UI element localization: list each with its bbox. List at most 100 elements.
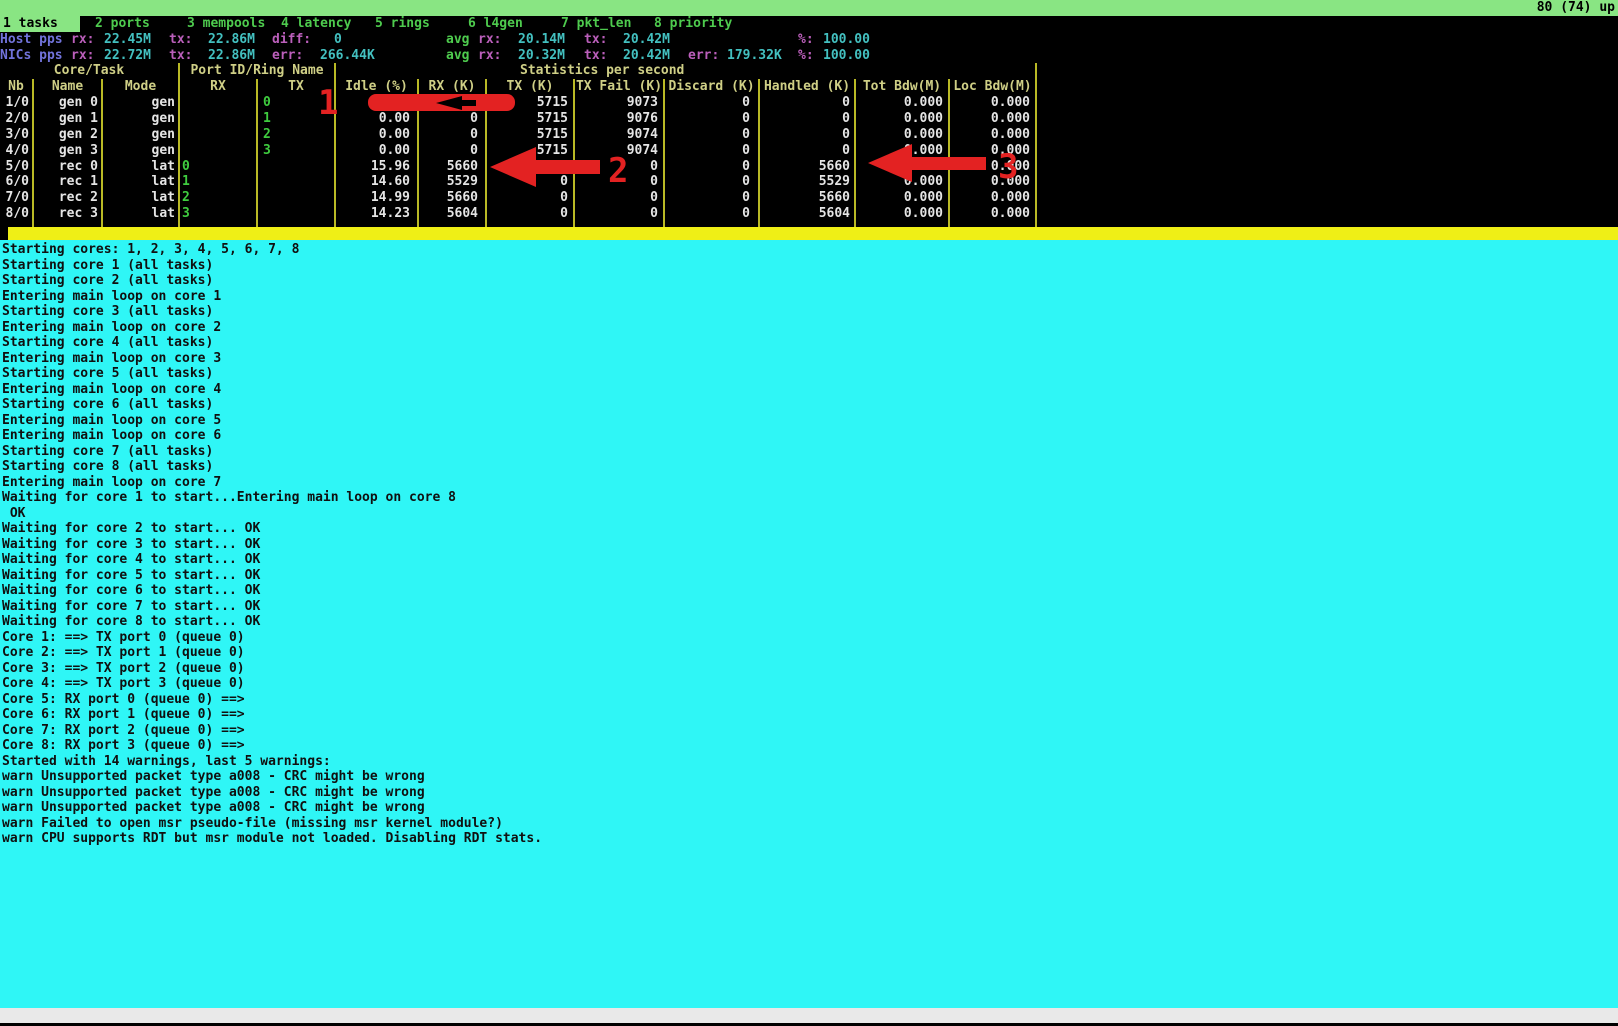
cell-txk: 0: [487, 206, 575, 222]
cell-txfail: 0: [575, 174, 665, 190]
log-line: Started with 14 warnings, last 5 warning…: [0, 754, 1618, 770]
cell-discard: 0: [665, 127, 760, 143]
tab-ports[interactable]: 2 ports: [95, 16, 150, 32]
uptime-status: 80 (74) up: [1537, 0, 1615, 16]
log-line: Starting core 5 (all tasks): [0, 366, 1618, 382]
cell-locbdw: 0.000: [950, 143, 1037, 159]
table-column-header: Mode: [103, 79, 180, 95]
cell-totbdw: 0.000: [856, 143, 950, 159]
stat-segment: err:: [272, 48, 303, 64]
stat-segment: %:: [798, 48, 814, 64]
cell-tx: [258, 190, 336, 206]
cell-txfail: 9074: [575, 127, 665, 143]
cell-handled: 5660: [760, 190, 856, 206]
cell-tx: 1: [258, 111, 336, 127]
log-line: Entering main loop on core 2: [0, 320, 1618, 336]
title-bar: prox v0.39: Basic Gen x4 80 (74) up: [0, 0, 1618, 16]
prox-terminal[interactable]: prox v0.39: Basic Gen x4 80 (74) up 1 ta…: [0, 0, 1618, 1026]
stat-segment: Host pps: [0, 32, 63, 48]
tab-latency[interactable]: 4 latency: [281, 16, 351, 32]
cell-idle: 0.00: [336, 111, 419, 127]
cell-tx: [258, 159, 336, 175]
log-line: Waiting for core 7 to start... OK: [0, 599, 1618, 615]
cell-name: gen 3: [34, 143, 103, 159]
cell-handled: 0: [760, 95, 856, 111]
log-line: Core 6: RX port 1 (queue 0) ==>: [0, 707, 1618, 723]
table-column-header: RX: [180, 79, 258, 95]
cell-tx: [258, 206, 336, 222]
log-line: Core 1: ==> TX port 0 (queue 0): [0, 630, 1618, 646]
stat-segment: rx:: [478, 48, 501, 64]
table-column-header: TX (K): [487, 79, 575, 95]
cell-locbdw: 0.000: [950, 159, 1037, 175]
cell-mode: lat: [103, 174, 180, 190]
tab-tasks[interactable]: 1 tasks: [0, 16, 80, 32]
cell-handled: 5604: [760, 206, 856, 222]
tab-bar: 1 tasks 2 ports 3 mempools 4 latency 5 rings…: [0, 16, 1618, 32]
console-log: Starting cores: 1, 2, 3, 4, 5, 6, 7, 8St…: [0, 240, 1618, 1008]
log-line: Starting core 4 (all tasks): [0, 335, 1618, 351]
cell-mode: gen: [103, 95, 180, 111]
status-bar: Enter 'help' or command, <ESC> or 'quit'…: [0, 1008, 1618, 1023]
log-line: Waiting for core 4 to start... OK: [0, 552, 1618, 568]
cell-idle: 0.00: [336, 143, 419, 159]
table-column-header: TX Fail (K): [575, 79, 665, 95]
cell-rxk: 0: [419, 111, 487, 127]
cell-rxk: 5604: [419, 206, 487, 222]
stat-segment: 179.32K: [727, 48, 782, 64]
tab-mempools[interactable]: 3 mempools: [187, 16, 265, 32]
tab-rings[interactable]: 5 rings: [375, 16, 430, 32]
stat-segment: 100.00: [823, 32, 870, 48]
tab-l4gen[interactable]: 6 l4gen: [468, 16, 523, 32]
cell-locbdw: 0.000: [950, 174, 1037, 190]
cell-rx: [180, 111, 258, 127]
table-column-header: Handled (K): [760, 79, 856, 95]
cell-discard: 0: [665, 159, 760, 175]
cell-discard: 0: [665, 143, 760, 159]
stat-segment: rx:: [71, 32, 94, 48]
table-column-header: TX: [258, 79, 336, 95]
log-line: warn Unsupported packet type a008 - CRC …: [0, 800, 1618, 816]
table-row: 3/0gen 2gen20.00057159074000.0000.000: [0, 127, 1037, 143]
cell-totbdw: 0.000: [856, 95, 950, 111]
cell-mode: lat: [103, 190, 180, 206]
cell-name: gen 2: [34, 127, 103, 143]
cell-nb: 4/0: [0, 143, 34, 159]
log-line: OK: [0, 506, 1618, 522]
cell-totbdw: 0.000: [856, 190, 950, 206]
cell-discard: 0: [665, 174, 760, 190]
stat-segment: 100.00: [823, 48, 870, 64]
tab-priority[interactable]: 8 priority: [654, 16, 732, 32]
table-group-header-row: Core/TaskPort ID/Ring NameStatistics per…: [0, 63, 1037, 79]
stat-segment: 22.86M: [208, 48, 255, 64]
stat-segment: 20.42M: [623, 48, 670, 64]
cell-rx: 1: [180, 174, 258, 190]
log-line: Starting core 7 (all tasks): [0, 444, 1618, 460]
log-line: Waiting for core 6 to start... OK: [0, 583, 1618, 599]
stat-segment: 20.42M: [623, 32, 670, 48]
table-column-header: Loc Bdw(M): [950, 79, 1037, 95]
log-line: Starting core 3 (all tasks): [0, 304, 1618, 320]
table-column-header: Nb: [0, 79, 34, 95]
stat-segment: 22.45M: [104, 32, 151, 48]
stat-segment: avg: [446, 48, 469, 64]
log-line: warn Unsupported packet type a008 - CRC …: [0, 769, 1618, 785]
stat-segment: 22.72M: [104, 48, 151, 64]
cell-tx: [258, 174, 336, 190]
table-row: 6/0rec 1lat114.60552900055290.0000.000: [0, 174, 1037, 190]
tab-pkt_len[interactable]: 7 pkt_len: [561, 16, 631, 32]
table-column-header: Tot Bdw(M): [856, 79, 950, 95]
table-column-header: Idle (%): [336, 79, 419, 95]
cell-rxk: 5660: [419, 190, 487, 206]
cell-mode: gen: [103, 143, 180, 159]
cell-locbdw: 0.000: [950, 95, 1037, 111]
cell-mode: lat: [103, 159, 180, 175]
table-row: 2/0gen 1gen10.00057159076000.0000.000: [0, 111, 1037, 127]
cell-txk: 0: [487, 159, 575, 175]
cell-rxk: 0: [419, 127, 487, 143]
cell-txk: 5715: [487, 111, 575, 127]
log-line: warn Unsupported packet type a008 - CRC …: [0, 785, 1618, 801]
cell-txk: 5715: [487, 143, 575, 159]
stat-segment: 0: [334, 32, 342, 48]
cell-locbdw: 0.000: [950, 127, 1037, 143]
